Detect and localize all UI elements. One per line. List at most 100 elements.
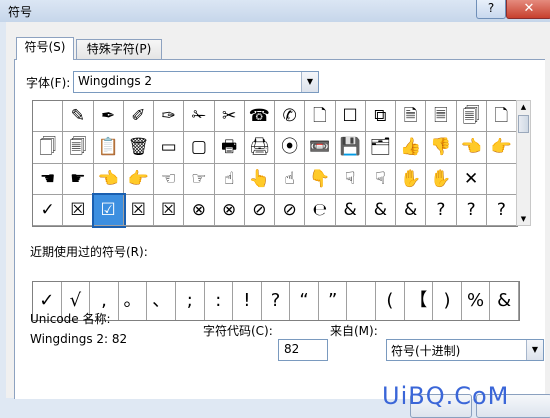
symbol-cell[interactable]: 🗏 xyxy=(426,101,457,133)
symbol-cell[interactable]: 👆 xyxy=(244,163,275,195)
recent-symbol-cell[interactable]: ; xyxy=(176,282,205,320)
symbol-cell[interactable]: ☎ xyxy=(244,101,275,133)
recent-symbol-cell[interactable]: 【 xyxy=(405,282,434,320)
symbol-cell[interactable]: 🖶 xyxy=(214,132,245,164)
recent-symbol-cell[interactable]: : xyxy=(205,282,234,320)
symbol-grid-scrollbar[interactable]: ▲ ▼ xyxy=(516,100,531,226)
symbol-cell[interactable]: ℮ xyxy=(305,194,336,226)
recent-symbol-cell[interactable]: ” xyxy=(319,282,348,320)
tab-special-characters[interactable]: 特殊字符(P) xyxy=(76,39,162,60)
symbol-cell[interactable]: ☟ xyxy=(365,163,396,195)
unicode-name-label: Unicode 名称: xyxy=(30,312,111,326)
symbol-cell[interactable]: 🗎 xyxy=(396,101,427,133)
symbol-cell[interactable]: ✓ xyxy=(33,194,64,226)
recent-symbol-cell[interactable]: 。 xyxy=(119,282,148,320)
symbol-cell[interactable]: ? xyxy=(426,194,457,226)
scroll-thumb[interactable] xyxy=(518,115,529,133)
symbol-cell[interactable]: ☝ xyxy=(275,163,306,195)
char-code-label: 字符代码(C): xyxy=(203,324,273,338)
font-value: Wingdings 2 xyxy=(78,74,153,88)
title-bar: 符号 ? ✕ xyxy=(0,0,550,22)
symbol-cell[interactable]: ? xyxy=(486,194,517,226)
symbol-cell[interactable]: ⦿ xyxy=(275,132,306,164)
symbol-cell[interactable]: ✁ xyxy=(184,101,215,133)
symbol-cell[interactable]: ✕ xyxy=(456,163,487,195)
scroll-down-arrow-icon[interactable]: ▼ xyxy=(517,213,530,225)
symbol-cell[interactable]: 🗑 xyxy=(123,132,154,164)
recent-symbol-cell[interactable]: 、 xyxy=(147,282,176,320)
symbol-cell[interactable]: ⧉ xyxy=(365,101,396,133)
symbol-cell[interactable]: ☒ xyxy=(123,194,154,226)
symbol-cell[interactable]: ☞ xyxy=(184,163,215,195)
char-code-value: 82 xyxy=(284,342,300,356)
symbol-cell[interactable]: ✎ xyxy=(63,101,94,133)
recent-symbol-cell[interactable] xyxy=(347,282,377,320)
recent-symbol-cell[interactable]: ) xyxy=(433,282,462,320)
recent-symbol-cell[interactable]: ! xyxy=(233,282,262,320)
symbol-cell[interactable]: 👈 xyxy=(93,163,124,195)
symbol-cell[interactable]: ✒ xyxy=(93,101,124,133)
tab-symbols[interactable]: 符号(S) xyxy=(16,37,74,60)
unicode-name-value: Wingdings 2: 82 xyxy=(30,332,128,346)
symbol-cell[interactable]: ☒ xyxy=(63,194,94,226)
symbol-cell[interactable]: 👉 xyxy=(123,163,154,195)
recent-symbol-cell[interactable]: & xyxy=(490,282,519,320)
symbol-cell[interactable]: ⊘ xyxy=(275,194,306,226)
symbol-cell[interactable]: ? xyxy=(456,194,487,226)
symbol-cell[interactable]: 🗐 xyxy=(63,132,94,164)
font-select[interactable]: Wingdings 2 ▼ xyxy=(73,71,319,93)
symbol-cell[interactable]: 🗂 xyxy=(365,132,396,164)
from-label: 来自(M): xyxy=(330,324,378,338)
symbol-cell[interactable]: ☟ xyxy=(335,163,366,195)
from-select[interactable]: 符号(十进制) ▼ xyxy=(386,339,544,361)
symbol-cell[interactable]: ✋ xyxy=(396,163,427,195)
symbol-cell[interactable]: 🗍 xyxy=(33,132,64,164)
symbol-cell[interactable]: ✋ xyxy=(426,163,457,195)
symbol-cell[interactable]: ⊘ xyxy=(244,194,275,226)
close-button[interactable]: ✕ xyxy=(506,0,550,19)
symbol-cell[interactable]: ✆ xyxy=(275,101,306,133)
symbol-cell[interactable]: 👍 xyxy=(396,132,427,164)
chevron-down-icon[interactable]: ▼ xyxy=(301,72,318,92)
symbol-cell[interactable]: ✂ xyxy=(214,101,245,133)
symbol-cell[interactable]: ☚ xyxy=(33,163,64,195)
char-code-input[interactable]: 82 xyxy=(278,339,328,361)
symbol-cell[interactable]: 👇 xyxy=(305,163,336,195)
symbol-cell[interactable]: ✑ xyxy=(154,101,185,133)
symbol-cell[interactable]: & xyxy=(396,194,427,226)
symbol-cell[interactable]: 🗋 xyxy=(486,101,517,133)
symbol-cell[interactable]: 📼 xyxy=(305,132,336,164)
help-button[interactable]: ? xyxy=(476,0,506,19)
symbol-cell[interactable]: 👈 xyxy=(456,132,487,164)
symbol-cell[interactable]: ☝ xyxy=(214,163,245,195)
symbol-cell[interactable]: ⊗ xyxy=(214,194,245,226)
symbol-cell[interactable]: & xyxy=(335,194,366,226)
symbol-cell[interactable]: 👎 xyxy=(426,132,457,164)
symbol-cell[interactable]: ☑ xyxy=(91,192,126,229)
symbol-cell[interactable] xyxy=(486,163,517,195)
symbol-cell[interactable]: ☛ xyxy=(63,163,94,195)
symbol-cell[interactable]: ☜ xyxy=(154,163,185,195)
symbol-cell[interactable]: 🗐 xyxy=(456,101,487,133)
symbol-cell[interactable]: 📋 xyxy=(93,132,124,164)
symbol-cell[interactable] xyxy=(33,101,64,133)
symbol-cell[interactable]: ☐ xyxy=(335,101,366,133)
symbol-cell[interactable]: ✐ xyxy=(123,101,154,133)
font-label: 字体(F): xyxy=(26,76,71,90)
chevron-down-icon[interactable]: ▼ xyxy=(526,340,543,360)
window-title: 符号 xyxy=(8,5,33,19)
symbol-cell[interactable]: ⊗ xyxy=(184,194,215,226)
symbol-cell[interactable]: ▢ xyxy=(184,132,215,164)
recent-symbol-cell[interactable]: % xyxy=(462,282,491,320)
symbol-cell[interactable]: 🗋 xyxy=(305,101,336,133)
symbol-cell[interactable]: ☒ xyxy=(154,194,185,226)
recent-symbol-cell[interactable]: ? xyxy=(262,282,291,320)
symbol-cell[interactable]: & xyxy=(365,194,396,226)
recent-symbol-cell[interactable]: “ xyxy=(290,282,319,320)
recent-symbol-cell[interactable]: ( xyxy=(376,282,405,320)
symbol-cell[interactable]: 💾 xyxy=(335,132,366,164)
scroll-up-arrow-icon[interactable]: ▲ xyxy=(517,101,530,113)
symbol-cell[interactable]: 👉 xyxy=(486,132,517,164)
symbol-cell[interactable]: ▭ xyxy=(154,132,185,164)
symbol-cell[interactable]: 🖨 xyxy=(244,132,275,164)
